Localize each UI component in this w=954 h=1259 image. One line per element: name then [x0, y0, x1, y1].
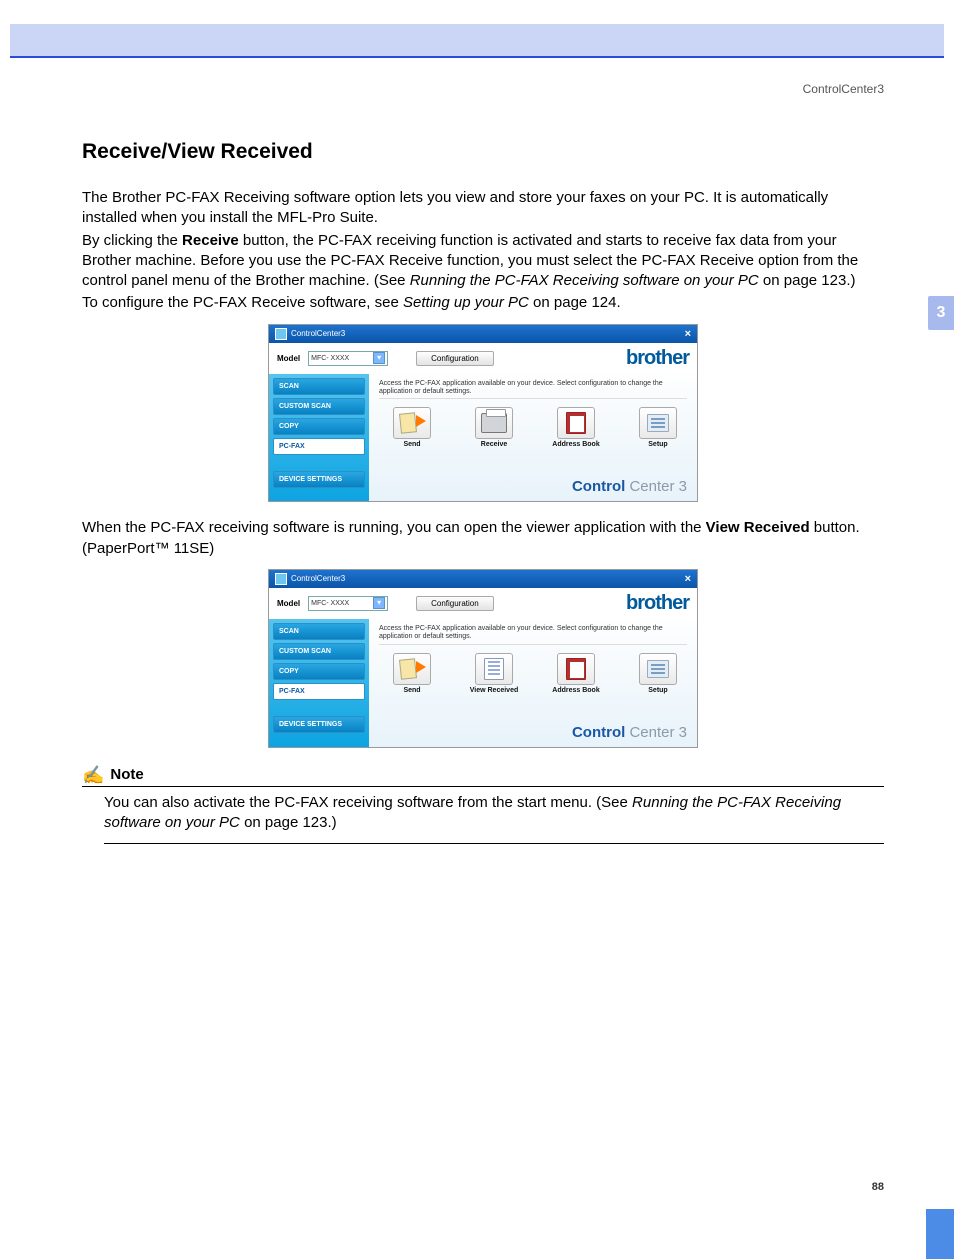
- paragraph-2: By clicking the Receive button, the PC-F…: [82, 231, 884, 292]
- model-select[interactable]: MFC- XXXX▾: [308, 596, 388, 611]
- action-send[interactable]: Send: [385, 407, 439, 448]
- configuration-button[interactable]: Configuration: [416, 351, 494, 366]
- send-icon: [400, 413, 424, 433]
- model-label: Model: [277, 354, 300, 363]
- paragraph-3: To configure the PC-FAX Receive software…: [82, 293, 884, 313]
- sidebar-item-pcfax[interactable]: PC-FAX: [273, 683, 365, 700]
- sidebar-item-scan[interactable]: SCAN: [273, 378, 365, 395]
- controlcenter-footer: Control Center 3: [379, 448, 687, 495]
- brother-logo: brother: [626, 592, 689, 615]
- paragraph-4: When the PC-FAX receiving software is ru…: [82, 518, 884, 559]
- page-corner-accent: [926, 1209, 954, 1259]
- document-icon: [484, 658, 504, 680]
- panel-description: Access the PC-FAX application available …: [379, 625, 687, 645]
- running-header: ControlCenter3: [0, 82, 884, 96]
- chapter-tab: 3: [928, 296, 954, 330]
- action-view-received[interactable]: View Received: [467, 653, 521, 694]
- sidebar-item-custom-scan[interactable]: CUSTOM SCAN: [273, 643, 365, 660]
- app-icon: [275, 328, 287, 340]
- setup-icon: [647, 660, 669, 678]
- sidebar-item-copy[interactable]: COPY: [273, 418, 365, 435]
- window-titlebar[interactable]: ControlCenter3 ×: [269, 325, 697, 343]
- note-label: Note: [110, 766, 143, 783]
- sidebar: SCAN CUSTOM SCAN COPY PC-FAX DEVICE SETT…: [269, 374, 369, 502]
- close-icon[interactable]: ×: [685, 328, 691, 340]
- action-address-book[interactable]: Address Book: [549, 407, 603, 448]
- model-select[interactable]: MFC- XXXX▾: [308, 351, 388, 366]
- note-block: ✍ Note You can also activate the PC-FAX …: [82, 766, 884, 845]
- sidebar-item-scan[interactable]: SCAN: [273, 623, 365, 640]
- action-setup[interactable]: Setup: [631, 407, 685, 448]
- fax-icon: [481, 413, 507, 433]
- close-icon[interactable]: ×: [685, 573, 691, 585]
- send-icon: [400, 659, 424, 679]
- page-top-stripe: [10, 24, 944, 58]
- controlcenter-footer: Control Center 3: [379, 694, 687, 741]
- sidebar-item-copy[interactable]: COPY: [273, 663, 365, 680]
- panel-description: Access the PC-FAX application available …: [379, 380, 687, 400]
- section-heading: Receive/View Received: [82, 140, 884, 164]
- figure-controlcenter-view-received: ControlCenter3 × Model MFC- XXXX▾ Config…: [268, 569, 698, 748]
- sidebar-item-device-settings[interactable]: DEVICE SETTINGS: [273, 716, 365, 733]
- chevron-down-icon: ▾: [373, 597, 385, 609]
- app-icon: [275, 573, 287, 585]
- action-address-book[interactable]: Address Book: [549, 653, 603, 694]
- page-number: 88: [872, 1181, 884, 1193]
- brother-logo: brother: [626, 347, 689, 370]
- sidebar: SCAN CUSTOM SCAN COPY PC-FAX DEVICE SETT…: [269, 619, 369, 747]
- model-label: Model: [277, 599, 300, 608]
- window-titlebar[interactable]: ControlCenter3 ×: [269, 570, 697, 588]
- action-setup[interactable]: Setup: [631, 653, 685, 694]
- action-receive[interactable]: Receive: [467, 407, 521, 448]
- window-title: ControlCenter3: [291, 329, 345, 338]
- addressbook-icon: [566, 658, 586, 680]
- addressbook-icon: [566, 412, 586, 434]
- sidebar-item-custom-scan[interactable]: CUSTOM SCAN: [273, 398, 365, 415]
- sidebar-item-pcfax[interactable]: PC-FAX: [273, 438, 365, 455]
- action-send[interactable]: Send: [385, 653, 439, 694]
- sidebar-item-device-settings[interactable]: DEVICE SETTINGS: [273, 471, 365, 488]
- paragraph-1: The Brother PC-FAX Receiving software op…: [82, 188, 884, 229]
- chevron-down-icon: ▾: [373, 352, 385, 364]
- setup-icon: [647, 414, 669, 432]
- note-icon: ✍: [82, 766, 104, 784]
- figure-controlcenter-receive: ControlCenter3 × Model MFC- XXXX▾ Config…: [268, 324, 698, 503]
- configuration-button[interactable]: Configuration: [416, 596, 494, 611]
- window-title: ControlCenter3: [291, 574, 345, 583]
- note-body: You can also activate the PC-FAX receivi…: [104, 793, 884, 845]
